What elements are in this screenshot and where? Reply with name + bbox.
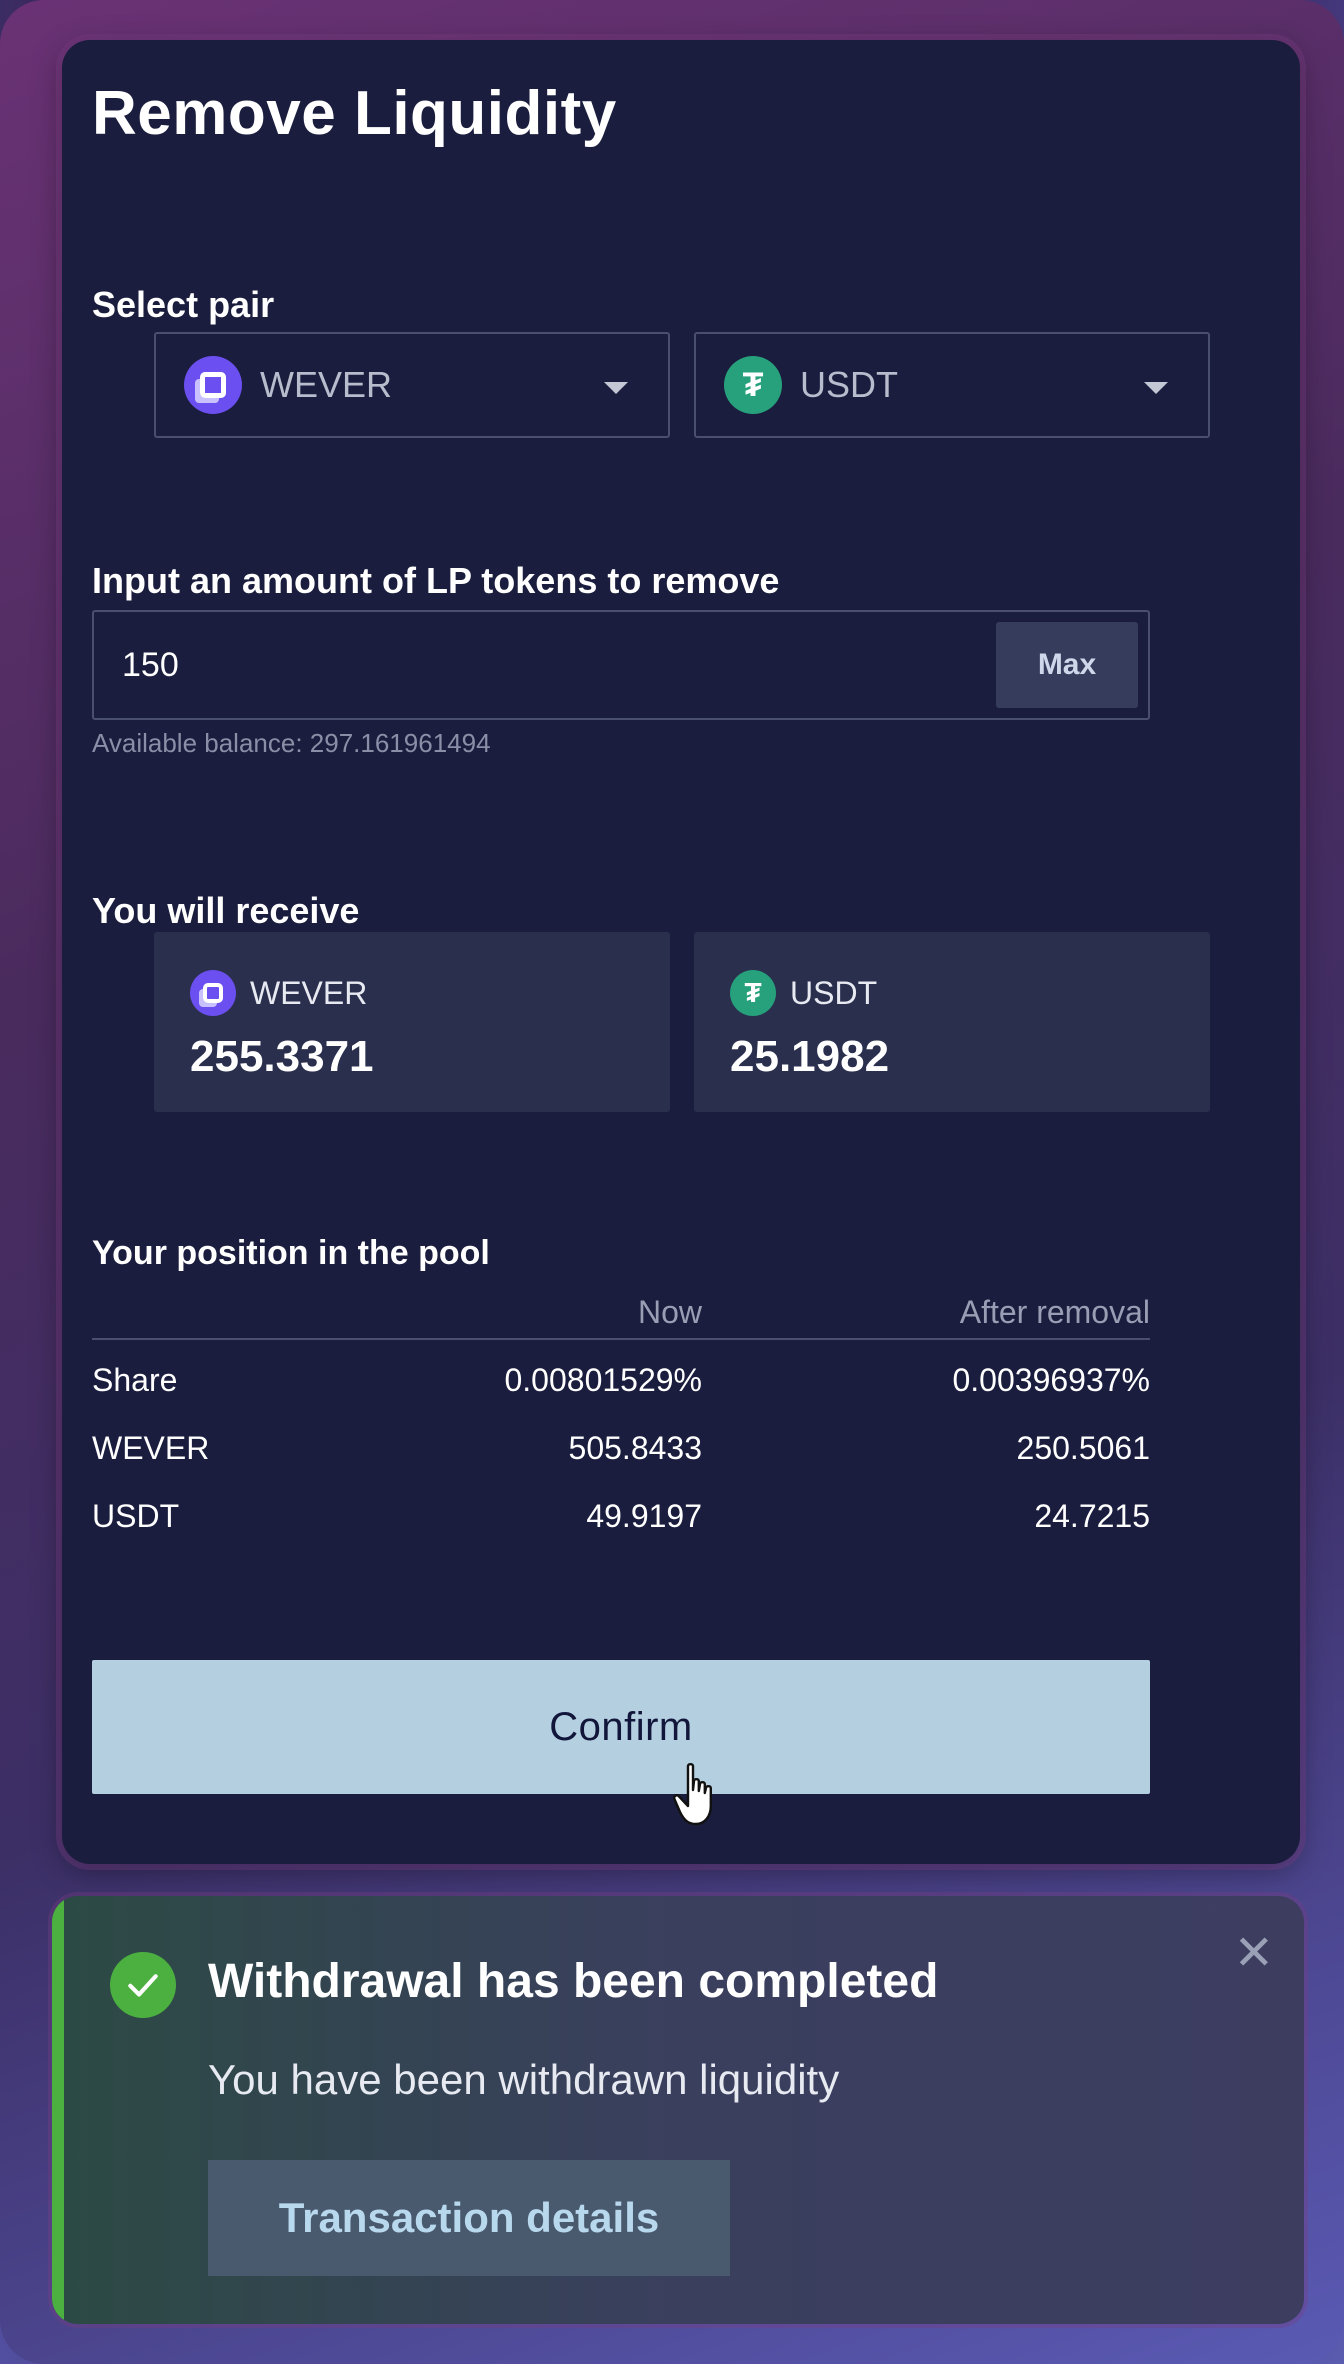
token-a-select[interactable]: WEVER — [154, 332, 670, 438]
close-icon[interactable]: ✕ — [1234, 1930, 1274, 1978]
row-after: 0.00396937% — [952, 1362, 1150, 1398]
row-now: 505.8433 — [568, 1430, 702, 1466]
amount-field: Max — [92, 610, 1150, 720]
chevron-down-icon — [1144, 382, 1168, 394]
usdt-token-icon: ₮ — [730, 970, 776, 1016]
row-now: 0.00801529% — [504, 1362, 702, 1398]
transaction-details-button[interactable]: Transaction details — [208, 2160, 730, 2276]
token-a-name: WEVER — [260, 364, 393, 405]
row-after: 250.5061 — [1016, 1430, 1150, 1466]
hand-cursor-icon — [672, 1763, 712, 1826]
lp-amount-input[interactable] — [94, 612, 974, 718]
select-pair-label: Select pair — [92, 284, 275, 325]
toast-status-bar — [52, 1896, 64, 2324]
row-now: 49.9197 — [586, 1498, 702, 1534]
check-circle-icon — [110, 1952, 176, 2018]
receive-wever-card: WEVER 255.3371 — [154, 932, 670, 1112]
token-b-select[interactable]: ₮ USDT — [694, 332, 1210, 438]
row-name: WEVER — [92, 1430, 210, 1466]
toast-title: Withdrawal has been completed — [208, 1955, 939, 2008]
col-after-removal: After removal — [959, 1294, 1150, 1330]
wever-token-icon — [184, 356, 242, 414]
confirm-button[interactable]: Confirm — [92, 1660, 1150, 1794]
row-name: USDT — [92, 1498, 180, 1534]
table-row: Share 0.00801529% 0.00396937% — [92, 1340, 1150, 1408]
success-toast: Withdrawal has been completed You have b… — [52, 1896, 1304, 2324]
position-table: Now After removal Share 0.00801529% 0.00… — [92, 1290, 1150, 1544]
chevron-down-icon — [604, 382, 628, 394]
receive-usdt-card: ₮ USDT 25.1982 — [694, 932, 1210, 1112]
row-name: Share — [92, 1362, 178, 1398]
receive-token-name: USDT — [790, 974, 878, 1011]
amount-label: Input an amount of LP tokens to remove — [92, 560, 780, 601]
usdt-token-icon: ₮ — [724, 356, 782, 414]
wever-token-icon — [190, 970, 236, 1016]
position-table-header: Now After removal — [92, 1290, 1150, 1340]
toast-message: You have been withdrawn liquidity — [208, 2056, 840, 2103]
max-button[interactable]: Max — [996, 622, 1138, 708]
token-b-name: USDT — [800, 364, 898, 405]
receive-token-name: WEVER — [250, 974, 368, 1011]
receive-amount: 25.1982 — [730, 1032, 890, 1081]
table-row: USDT 49.9197 24.7215 — [92, 1476, 1150, 1544]
position-label: Your position in the pool — [92, 1234, 490, 1272]
col-now: Now — [637, 1294, 702, 1330]
receive-amount: 255.3371 — [190, 1032, 374, 1081]
row-after: 24.7215 — [1034, 1498, 1150, 1534]
receive-label: You will receive — [92, 890, 360, 931]
available-balance: Available balance: 297.161961494 — [92, 728, 491, 758]
page-title: Remove Liquidity — [92, 79, 617, 148]
table-row: WEVER 505.8433 250.5061 — [92, 1408, 1150, 1476]
